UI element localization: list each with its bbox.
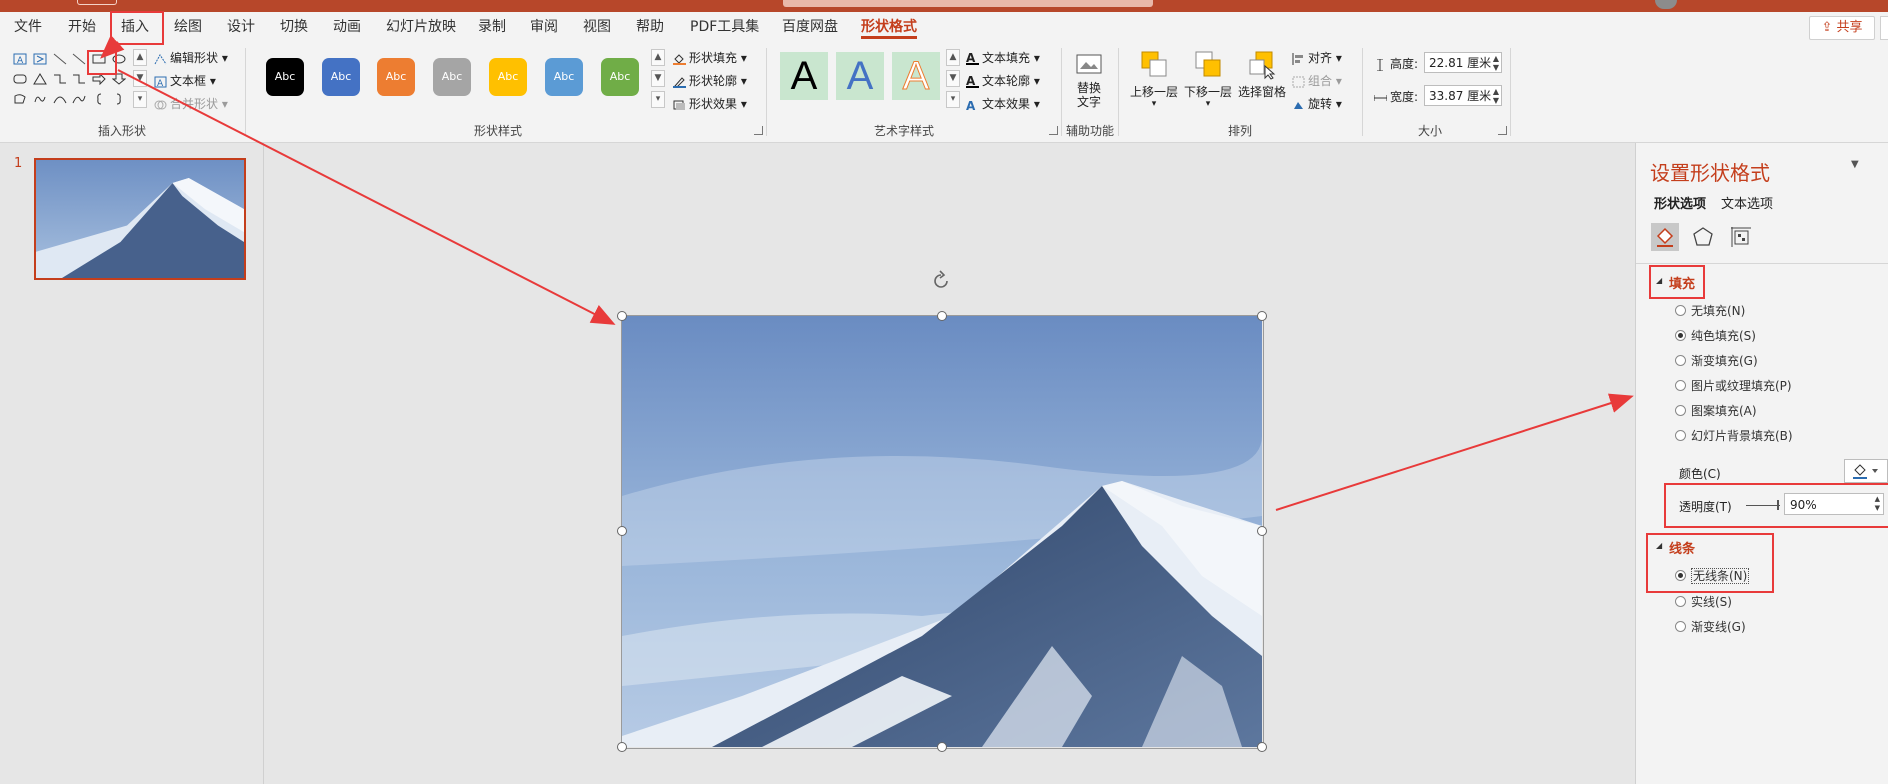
annotation-arrow-shape-to-canvas	[117, 69, 616, 325]
annotation-arrow-tab-to-shape	[100, 35, 125, 59]
annotation-arrows	[100, 35, 1634, 511]
annotation-arrow-canvas-to-pane	[1275, 393, 1634, 511]
